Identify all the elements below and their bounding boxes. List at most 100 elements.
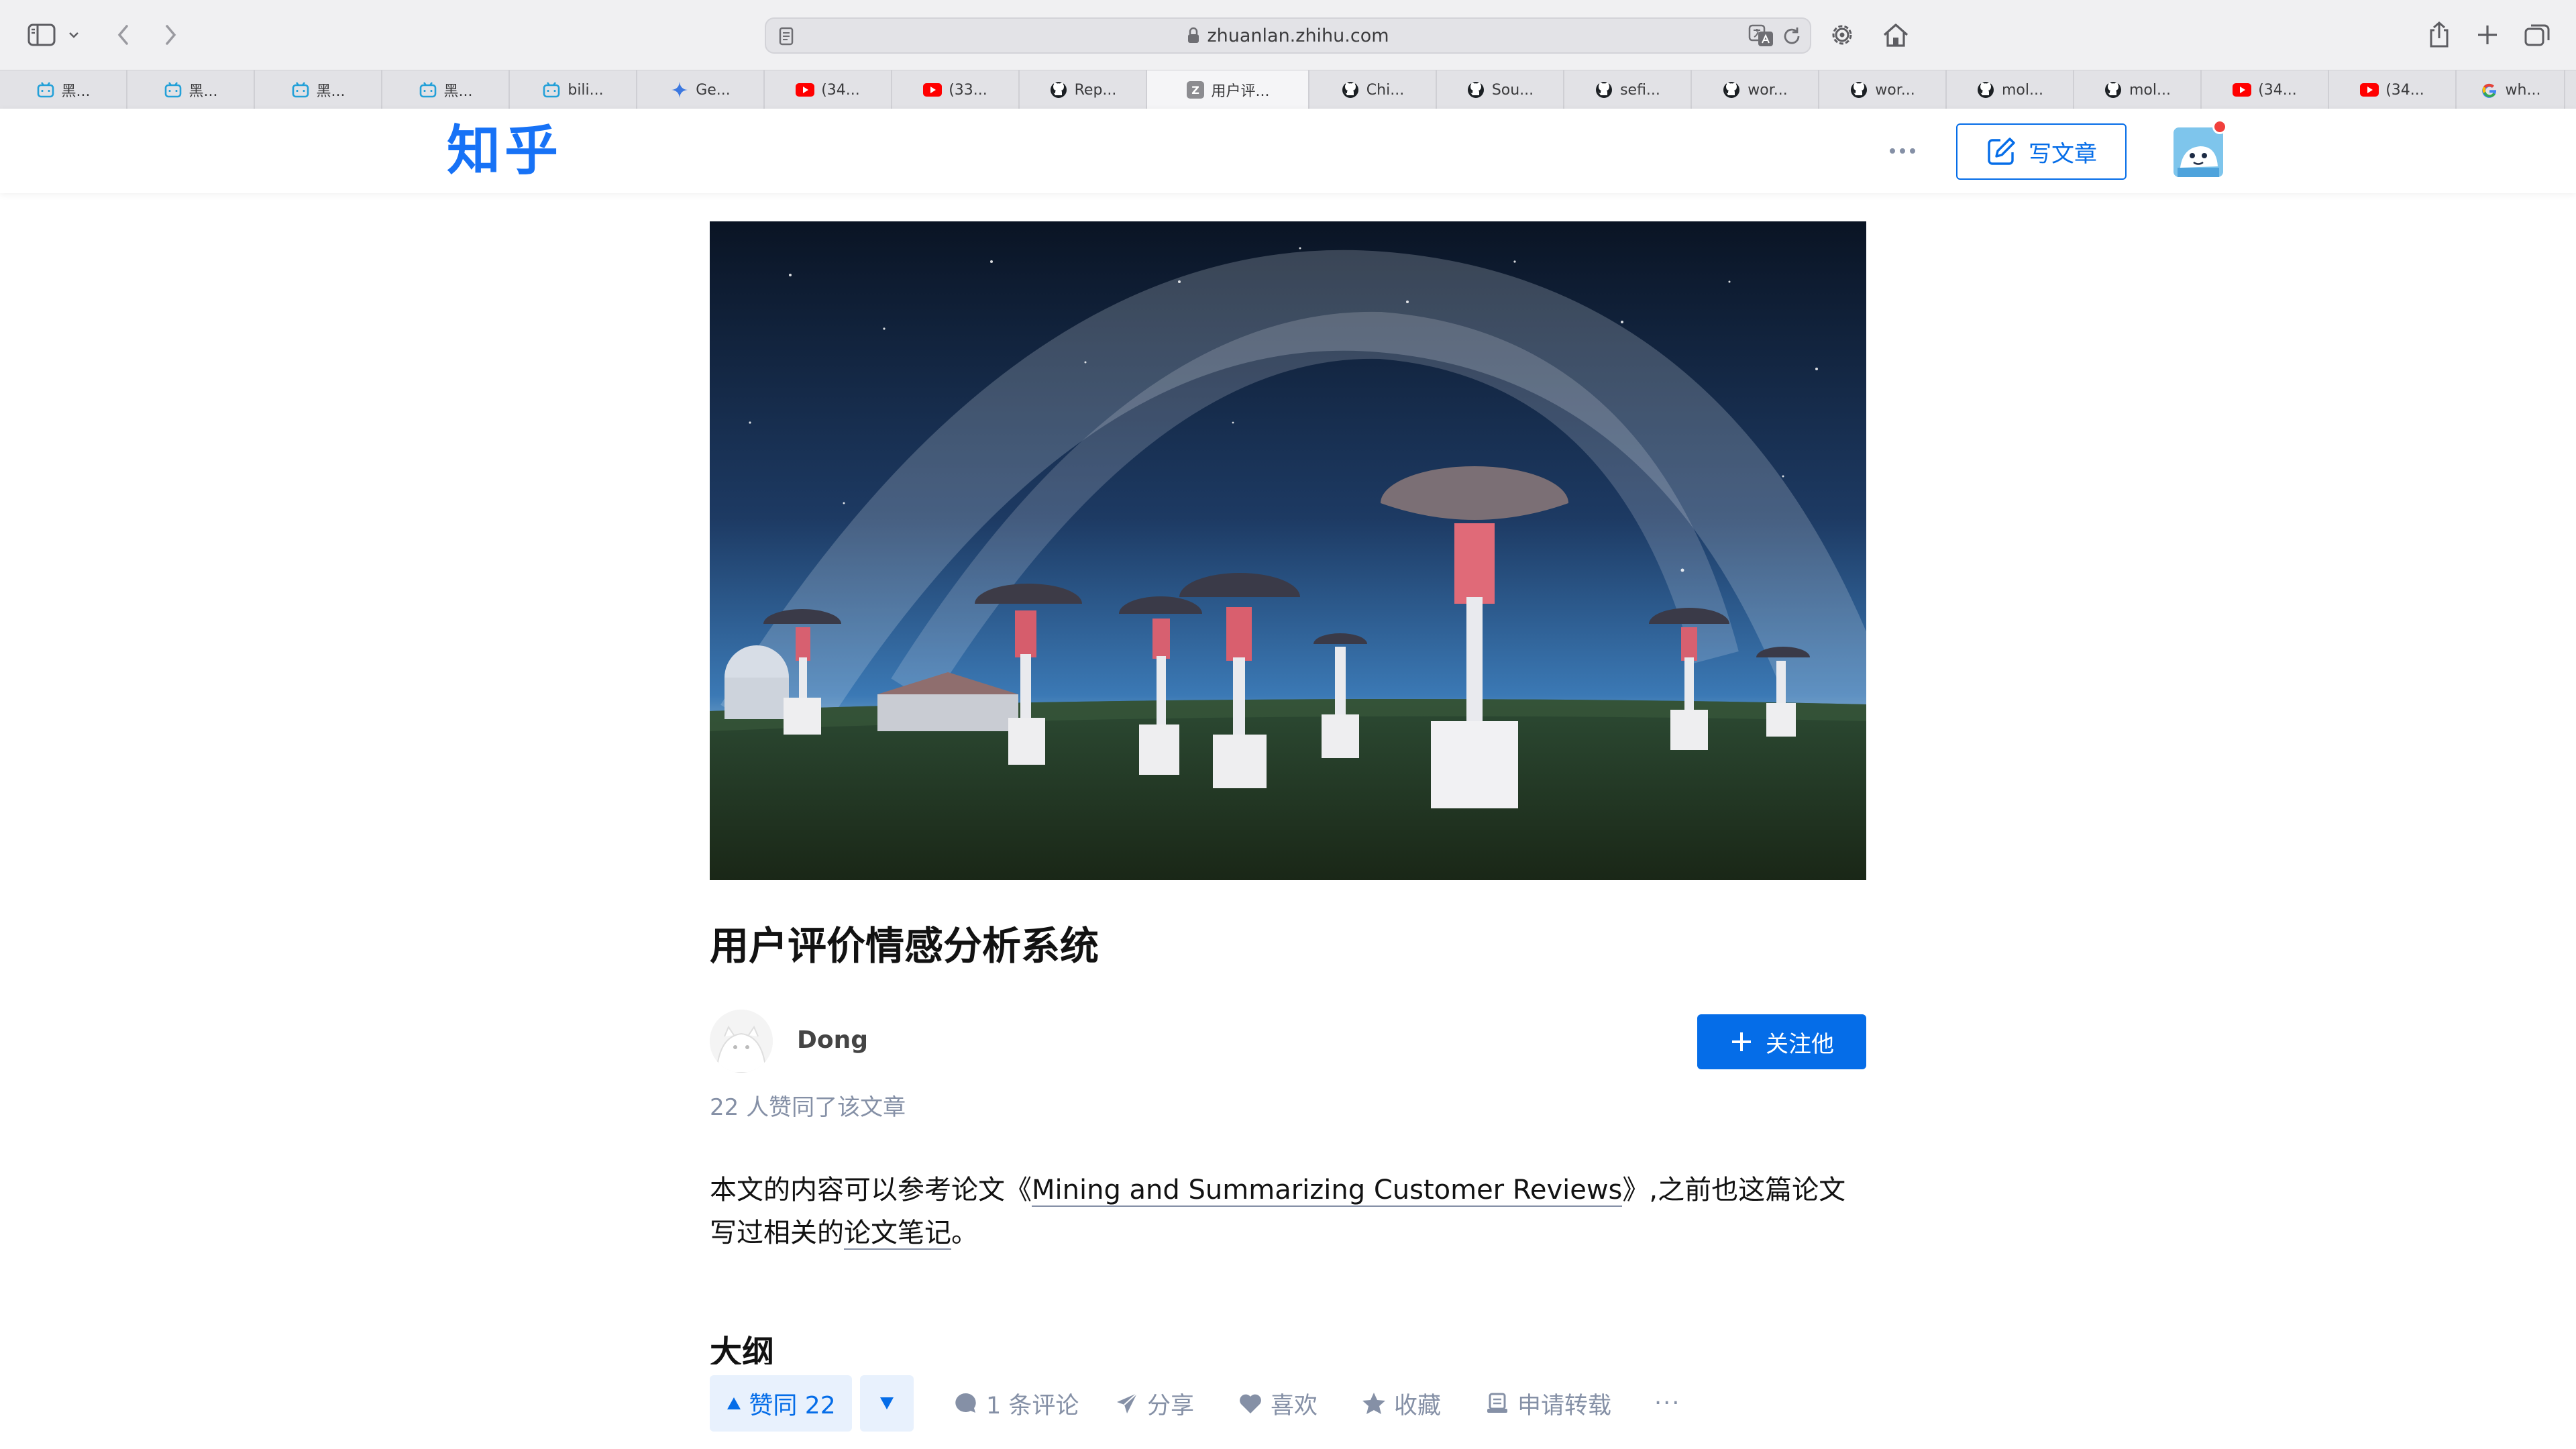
tab-label: 黑... [189, 83, 218, 100]
share-button[interactable]: 分享 [1114, 1375, 1194, 1432]
collect-button[interactable]: 收藏 [1360, 1375, 1441, 1432]
tab[interactable]: Sou... [1437, 70, 1564, 109]
tab[interactable]: wor... [1692, 70, 1819, 109]
google-icon [2480, 80, 2499, 99]
extension-gear-icon[interactable] [1823, 16, 1861, 54]
heart-icon [1237, 1390, 1264, 1417]
home-icon[interactable] [1877, 16, 1915, 54]
svg-text:Z: Z [1191, 84, 1199, 97]
tab[interactable]: (34... [2329, 70, 2457, 109]
tab[interactable]: wh... [2457, 70, 2565, 109]
tab[interactable]: Chi... [1309, 70, 1437, 109]
tab[interactable]: wor... [1819, 70, 1947, 109]
comment-button[interactable]: 1 条评论 [953, 1375, 1079, 1432]
follow-label: 关注他 [1766, 1030, 1834, 1058]
tab-label: wor... [1875, 81, 1915, 99]
downvote-button[interactable] [860, 1375, 914, 1432]
bilibili-icon [419, 80, 437, 99]
triangle-up-icon [727, 1397, 741, 1409]
zhihu-header: 知乎 写文章 [0, 109, 2576, 193]
zhihu-logo[interactable]: 知乎 [447, 117, 562, 184]
reprint-button[interactable]: 申请转载 [1484, 1375, 1611, 1432]
forward-icon[interactable] [152, 16, 189, 54]
github-icon [2104, 80, 2123, 99]
tab[interactable]: Ge... [637, 70, 765, 109]
write-article-button[interactable]: 写文章 [1956, 123, 2127, 180]
tab-label: (34... [821, 81, 860, 99]
reload-icon[interactable] [1780, 25, 1803, 48]
paper-plane-icon [1114, 1390, 1140, 1417]
reprint-label: 申请转载 [1517, 1392, 1612, 1419]
tab[interactable]: Rep... [1020, 70, 1147, 109]
github-icon [1049, 80, 1068, 99]
tab[interactable]: (34... [2202, 70, 2329, 109]
tab-label: (34... [2258, 81, 2297, 99]
follow-button[interactable]: 关注他 [1697, 1014, 1866, 1069]
paper-link[interactable]: Mining and Summarizing Customer Reviews [1032, 1175, 1623, 1207]
new-tab-icon[interactable] [2469, 16, 2506, 54]
paragraph-text: 。 [951, 1218, 978, 1248]
bilibili-icon [291, 80, 310, 99]
like-button[interactable]: 喜欢 [1237, 1375, 1318, 1432]
upvote-label: 赞同 22 [749, 1392, 836, 1419]
github-icon [1849, 80, 1868, 99]
chevron-down-icon[interactable] [60, 16, 87, 54]
triangle-down-icon [880, 1397, 894, 1409]
tab-label: Ge... [696, 81, 731, 99]
article-title: 用户评价情感分析系统 [710, 923, 1099, 969]
lock-icon [1188, 27, 1199, 43]
tab-bar: 黑... 黑... 黑... 黑... bili... Ge... (34... (33...… [0, 70, 2576, 110]
edit-icon [1988, 138, 2015, 165]
author-avatar[interactable] [710, 1010, 773, 1073]
bilibili-icon [164, 80, 182, 99]
sidebar-toggle-icon[interactable] [23, 16, 60, 54]
bilibili-icon [542, 80, 561, 99]
tab-label: 黑... [316, 83, 345, 100]
collect-label: 收藏 [1394, 1392, 1442, 1419]
more-icon[interactable] [1884, 134, 1921, 168]
tab[interactable]: (33... [892, 70, 1020, 109]
github-icon [1341, 80, 1360, 99]
tab[interactable]: 黑... [0, 70, 127, 109]
comment-label: 1 条评论 [986, 1392, 1079, 1419]
tab[interactable]: sefi... [1564, 70, 1692, 109]
tab-label: (33... [949, 81, 987, 99]
plus-icon [1732, 1032, 1751, 1051]
github-icon [1466, 80, 1485, 99]
tab[interactable]: mol... [1947, 70, 2074, 109]
comment-icon [953, 1390, 979, 1417]
article-paragraph: 本文的内容可以参考论文《Mining and Summarizing Custo… [710, 1169, 1866, 1254]
upvote-button[interactable]: 赞同 22 [710, 1375, 852, 1432]
user-avatar[interactable] [2174, 127, 2223, 177]
tab-overview-icon[interactable] [2518, 16, 2556, 54]
tab[interactable]: mol... [2074, 70, 2202, 109]
address-bar[interactable]: zhuanlan.zhihu.com [765, 17, 1811, 54]
tab-label: wor... [1748, 81, 1788, 99]
action-bar: 赞同 22 1 条评论 分享 喜欢 收藏 申请转载 ··· [0, 1364, 2576, 1449]
author-name[interactable]: Dong [797, 1024, 868, 1057]
like-label: 喜欢 [1271, 1392, 1318, 1419]
youtube-icon [923, 80, 943, 99]
tab-active[interactable]: Z 用户评... [1147, 70, 1309, 109]
translate-icon[interactable] [1748, 23, 1775, 49]
tab[interactable]: (34... [765, 70, 892, 109]
back-icon[interactable] [105, 16, 142, 54]
bilibili-icon [36, 80, 55, 99]
more-actions-button[interactable]: ··· [1654, 1375, 1680, 1432]
tab-label: 用户评... [1211, 83, 1270, 100]
url-text: zhuanlan.zhihu.com [1207, 25, 1389, 46]
github-icon [1976, 80, 1995, 99]
notification-dot [2212, 119, 2227, 134]
tab[interactable]: 黑... [382, 70, 510, 109]
notes-link[interactable]: 论文笔记 [844, 1218, 951, 1250]
share-label: 分享 [1147, 1392, 1195, 1419]
tab-label: bili... [568, 81, 604, 99]
browser-toolbar: zhuanlan.zhihu.com [0, 0, 2576, 70]
article-cover-image [710, 221, 1866, 880]
tab[interactable]: bili... [510, 70, 637, 109]
gemini-icon [670, 80, 689, 99]
github-icon [1595, 80, 1613, 99]
tab[interactable]: 黑... [255, 70, 382, 109]
share-icon[interactable] [2420, 16, 2458, 54]
tab[interactable]: 黑... [127, 70, 255, 109]
